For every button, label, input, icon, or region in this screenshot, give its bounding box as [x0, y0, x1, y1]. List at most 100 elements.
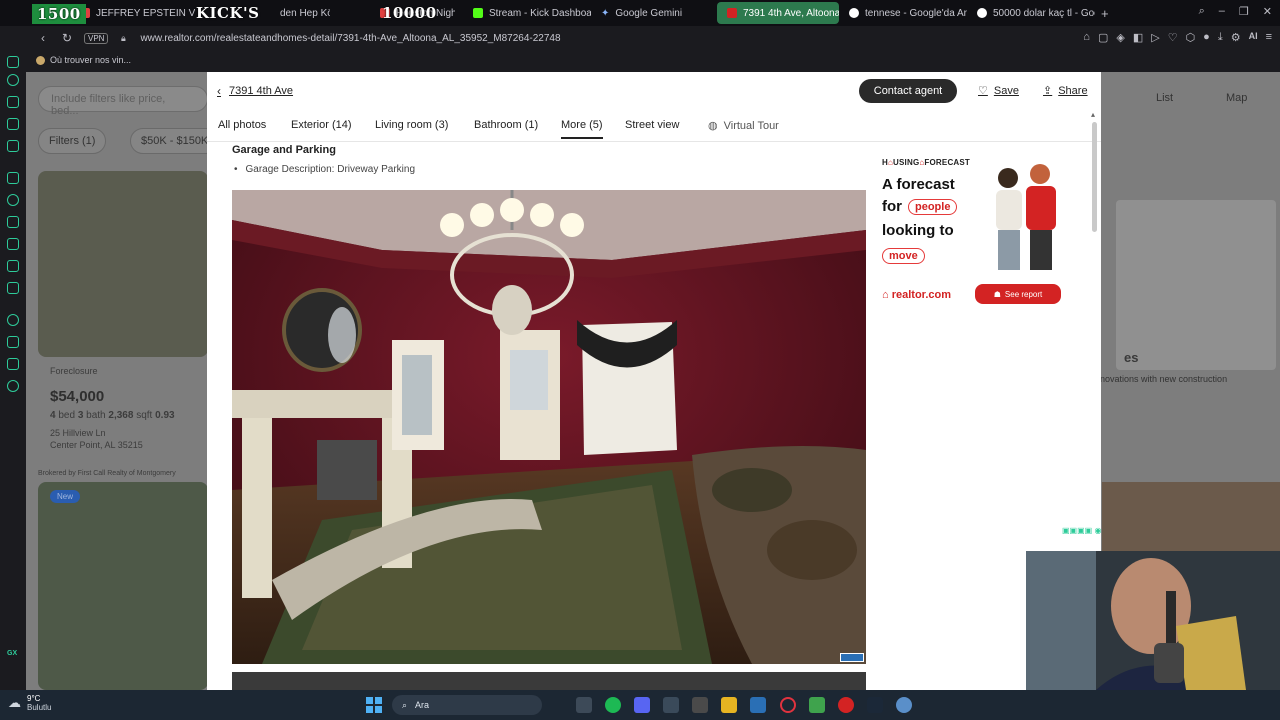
menu-icon[interactable]: ≡	[1266, 31, 1272, 44]
save-button[interactable]: ♡ Save	[978, 84, 1019, 98]
listing-broker: Brokered by First Call Realty of Montgom…	[38, 470, 176, 477]
opera-icon[interactable]	[780, 697, 796, 713]
windows-start-icon[interactable]	[366, 697, 382, 713]
player-icon[interactable]	[7, 314, 19, 326]
browser-tab[interactable]: ✦ Google Gemini	[591, 2, 709, 24]
browser-tab[interactable]: tennese - Google'da Ara	[839, 2, 967, 24]
see-report-button[interactable]: ☗ See report	[975, 284, 1061, 304]
easy-setup-icon[interactable]: ⚙	[1231, 31, 1241, 44]
tab-label: Stream - Kick Dashboard	[489, 7, 591, 19]
filters-chip[interactable]: Filters (1)	[38, 128, 107, 154]
x-icon[interactable]	[7, 260, 19, 272]
wallet-icon[interactable]: ◧	[1133, 31, 1143, 44]
opera-gx-app-icon[interactable]	[576, 697, 592, 713]
browser-tab[interactable]: 50000 dolar kaç tl - Googl	[967, 2, 1095, 24]
bookmarks-bar: Où trouver nos vin...	[0, 50, 1280, 70]
tab-street-view[interactable]: Street view	[625, 119, 679, 131]
listing-photo[interactable]	[38, 482, 208, 690]
price-chip[interactable]: $50K - $150K	[130, 128, 220, 154]
heart-icon[interactable]: ♡	[1168, 31, 1178, 44]
mail-icon[interactable]	[7, 118, 19, 130]
pencil-app-icon[interactable]	[721, 697, 737, 713]
browser-tab-active[interactable]: 7391 4th Ave, Altoona, Al	[717, 2, 839, 24]
history-icon[interactable]	[7, 74, 19, 86]
search-icon[interactable]: ⌕	[1199, 5, 1205, 18]
scroll-up-icon[interactable]: ▴	[1091, 110, 1095, 119]
gemini-icon: ✦	[601, 7, 610, 19]
play-icon[interactable]: ▷	[1151, 31, 1159, 44]
taskbar-search[interactable]: ⌕ Ara	[392, 695, 542, 715]
chat-icon[interactable]	[7, 172, 19, 184]
discord-taskbar-icon[interactable]	[634, 697, 650, 713]
tab-virtual-tour-label: Virtual Tour	[723, 119, 779, 132]
bookmark-favicon-icon	[36, 55, 45, 65]
tab-more[interactable]: More (5)	[561, 119, 603, 139]
listing-photo[interactable]	[38, 171, 208, 357]
list-view-button[interactable]: List	[1156, 92, 1173, 104]
tab-label: tennese - Google'da Ara	[865, 7, 967, 19]
tab-living-room[interactable]: Living room (3)	[375, 119, 448, 131]
store-icon[interactable]	[663, 697, 679, 713]
weather-temp: 9°C	[27, 694, 41, 703]
lock-icon[interactable]: 🔒︎	[114, 33, 132, 44]
instagram-icon[interactable]	[7, 238, 19, 250]
profile-icon[interactable]: ●	[1203, 31, 1210, 44]
gx-icon[interactable]: GX	[7, 650, 19, 662]
search-filter-input[interactable]: Include filters like price, bed...	[38, 86, 208, 117]
discord-icon[interactable]	[7, 282, 19, 294]
tab-exterior[interactable]: Exterior (14)	[291, 119, 352, 131]
steam-icon[interactable]	[867, 697, 883, 713]
browser-tab[interactable]: JEFFREY EPSTEIN VE SA	[70, 2, 195, 24]
new-tab-icon[interactable]: +	[1101, 6, 1109, 21]
tab-all-photos[interactable]: All photos	[218, 119, 266, 131]
scrollbar-thumb[interactable]	[1092, 122, 1097, 232]
maximize-icon[interactable]: ❐	[1239, 5, 1249, 18]
bookmark-item[interactable]: Où trouver nos vin...	[36, 55, 131, 65]
photos-icon[interactable]	[750, 697, 766, 713]
extensions-icon[interactable]: ⬡	[1186, 31, 1196, 44]
messenger-app-icon[interactable]	[7, 216, 19, 228]
listing-beds: 4	[50, 410, 56, 421]
close-icon[interactable]: ✕	[1263, 5, 1272, 18]
next-photo-preview[interactable]	[232, 672, 866, 690]
whatsapp-icon[interactable]	[7, 194, 19, 206]
weather-widget[interactable]: ☁ 9°C Bulutlu	[8, 694, 51, 712]
settings-app-icon[interactable]	[896, 697, 912, 713]
google-icon	[849, 8, 859, 18]
minimize-icon[interactable]: –	[1219, 5, 1225, 18]
browser-tab[interactable]: den Hep Kö	[270, 2, 330, 24]
housing-forecast-ad[interactable]: H⌂USING⌂FORECAST A forecast for people l…	[870, 146, 1072, 312]
map-view-button[interactable]: Map	[1226, 92, 1247, 104]
snapshot-icon[interactable]: ▢	[1098, 31, 1108, 44]
share-button[interactable]: ⇪ Share	[1043, 84, 1088, 98]
vpn-badge[interactable]: VPN	[84, 32, 109, 44]
spotify-icon[interactable]	[605, 697, 621, 713]
back-icon[interactable]: ‹	[34, 31, 52, 45]
vault-icon[interactable]	[7, 96, 19, 108]
contact-agent-button[interactable]: Contact agent	[859, 79, 957, 103]
messenger-icon[interactable]	[7, 56, 19, 68]
google-icon	[977, 8, 987, 18]
chevron-left-icon: ‹	[217, 84, 221, 98]
shield-icon[interactable]: ◈	[1116, 31, 1124, 44]
tab-virtual-tour[interactable]: ◍ Virtual Tour	[708, 119, 779, 133]
tab-bathroom[interactable]: Bathroom (1)	[474, 119, 538, 131]
reload-icon[interactable]: ↻	[58, 31, 76, 45]
recorder-icon[interactable]	[838, 697, 854, 713]
browser-tab[interactable]: Stream - Kick Dashboard	[463, 2, 591, 24]
url-field[interactable]: www.realtor.com/realestateandhomes-detai…	[140, 33, 560, 44]
music-icon[interactable]	[7, 140, 19, 152]
ad-brand: H⌂USING⌂FORECAST	[882, 158, 970, 167]
bookmarks-panel-icon[interactable]	[7, 336, 19, 348]
listing-room-photo[interactable]	[232, 190, 866, 664]
settings-icon[interactable]	[7, 380, 19, 392]
back-to-listing-link[interactable]: ‹ 7391 4th Ave	[217, 84, 293, 98]
heart-icon: ♡	[978, 85, 988, 97]
bookmark-icon[interactable]: ⌂	[1083, 31, 1090, 44]
minecraft-icon[interactable]	[809, 697, 825, 713]
download-icon[interactable]: ⤓	[1218, 31, 1223, 44]
app-icon[interactable]	[692, 697, 708, 713]
ai-button[interactable]: AI	[1249, 31, 1258, 44]
downloads-panel-icon[interactable]	[7, 358, 19, 370]
cloud-icon: ☁	[8, 695, 21, 710]
